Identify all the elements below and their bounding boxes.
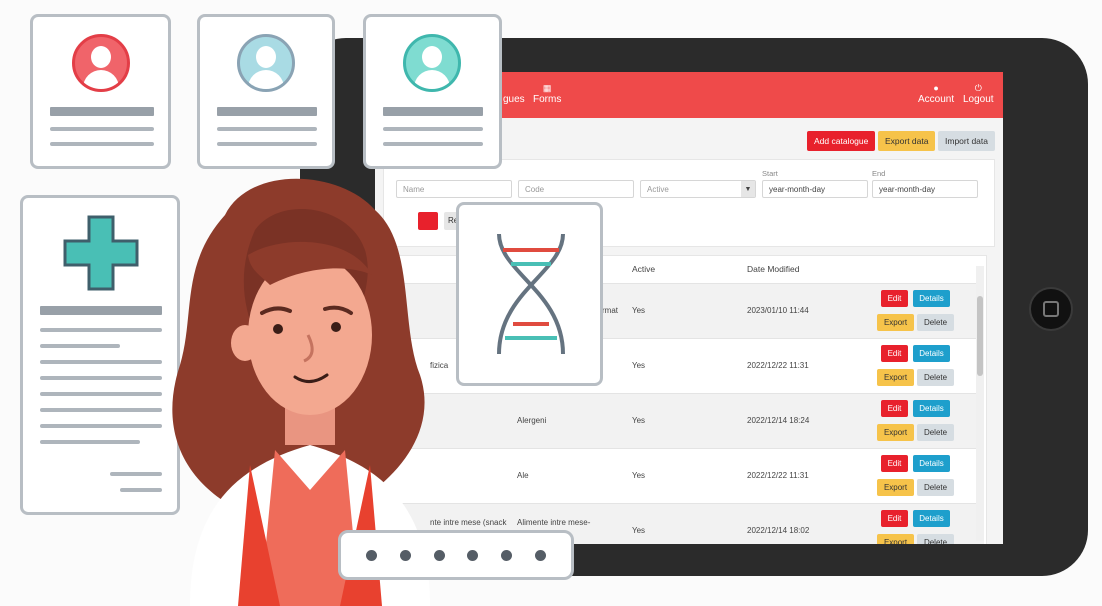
password-dot <box>500 549 512 561</box>
password-dot <box>534 549 546 561</box>
nav-catalogues-label: gues <box>503 94 525 105</box>
card-line <box>383 107 483 116</box>
edit-button[interactable]: Edit <box>881 290 908 307</box>
password-dot <box>366 549 378 561</box>
forms-icon: ▦ <box>542 83 552 93</box>
cell-date: 2022/12/22 11:31 <box>747 471 809 480</box>
nav-catalogues[interactable]: . gues <box>503 82 525 106</box>
cell-active: Yes <box>632 361 646 370</box>
card-line <box>40 392 162 396</box>
delete-button[interactable]: Delete <box>917 424 954 441</box>
start-date-input[interactable]: year-month-day <box>762 180 868 198</box>
table-row[interactable]: Alergeni Yes 2022/12/14 18:24 Edit Detai… <box>384 393 984 449</box>
details-button[interactable]: Details <box>913 400 950 417</box>
profile-card-red <box>30 14 171 169</box>
chevron-down-icon: ▼ <box>741 181 755 197</box>
card-line <box>40 424 162 428</box>
nav-account-label: Account <box>918 94 955 105</box>
cell-date: 2022/12/22 11:31 <box>747 361 809 370</box>
medical-cross-icon <box>63 215 139 291</box>
export-button[interactable]: Export <box>877 369 914 386</box>
card-line <box>40 360 162 364</box>
export-button[interactable]: Export <box>877 534 914 544</box>
cell-name: rmat <box>602 306 618 315</box>
export-data-button[interactable]: Export data <box>878 131 936 151</box>
account-icon: ● <box>933 83 939 93</box>
edit-button[interactable]: Edit <box>881 510 908 527</box>
cell-date: 2023/01/10 11:44 <box>747 306 809 315</box>
card-line <box>40 344 120 348</box>
details-button[interactable]: Details <box>913 290 950 307</box>
add-catalogue-button[interactable]: Add catalogue <box>807 131 876 151</box>
nav-forms[interactable]: ▦ Forms <box>533 82 561 106</box>
export-button[interactable]: Export <box>877 479 914 496</box>
user-icon <box>403 34 461 92</box>
card-line <box>383 142 483 146</box>
edit-button[interactable]: Edit <box>881 400 908 417</box>
card-line <box>50 107 154 116</box>
dna-card <box>456 202 603 386</box>
active-select[interactable]: Active ▼ <box>640 180 756 198</box>
details-button[interactable]: Details <box>913 455 950 472</box>
code-filter-input[interactable]: Code <box>518 180 634 198</box>
active-select-value: Active <box>647 185 669 194</box>
nav-logout-label: Logout <box>963 94 994 105</box>
nav-logout[interactable]: ⏻ Logout <box>963 82 994 106</box>
cell-date: 2022/12/14 18:02 <box>747 526 810 535</box>
delete-button[interactable]: Delete <box>917 314 954 331</box>
card-line <box>40 306 162 315</box>
table-row[interactable]: Ale Yes 2022/12/22 11:31 Edit Details Ex… <box>384 448 984 504</box>
password-dot <box>467 549 479 561</box>
card-line <box>217 127 317 131</box>
card-line <box>40 376 162 380</box>
delete-button[interactable]: Delete <box>917 534 954 544</box>
header-date-modified: Date Modified <box>747 264 800 274</box>
details-button[interactable]: Details <box>913 345 950 362</box>
cell-name: Alimente intre mese- <box>517 518 591 527</box>
dna-icon <box>497 233 565 355</box>
tablet-home-button <box>1029 287 1073 331</box>
card-line <box>40 408 162 412</box>
export-button[interactable]: Export <box>877 424 914 441</box>
delete-button[interactable]: Delete <box>917 479 954 496</box>
nav-forms-label: Forms <box>533 94 562 105</box>
card-line <box>50 127 154 131</box>
export-button[interactable]: Export <box>877 314 914 331</box>
user-icon <box>72 34 130 92</box>
scrollbar-thumb[interactable] <box>977 296 983 376</box>
card-line <box>217 107 317 116</box>
table-scrollbar[interactable] <box>976 266 984 541</box>
edit-button[interactable]: Edit <box>881 345 908 362</box>
cell-active: Yes <box>632 306 646 315</box>
details-button[interactable]: Details <box>913 510 950 527</box>
end-date-input[interactable]: year-month-day <box>872 180 978 198</box>
profile-card-teal <box>363 14 502 169</box>
cell-active: Yes <box>632 416 646 425</box>
cell-active: Yes <box>632 471 646 480</box>
power-icon: ⏻ <box>974 83 982 93</box>
cell-name: Alergeni <box>517 416 547 425</box>
edit-button[interactable]: Edit <box>881 455 908 472</box>
cell-date: 2022/12/14 18:24 <box>747 416 810 425</box>
password-field-card <box>338 530 574 580</box>
password-dot <box>433 549 445 561</box>
card-line <box>50 142 154 146</box>
delete-button[interactable]: Delete <box>917 369 954 386</box>
profile-card-blue <box>197 14 335 169</box>
password-dot <box>399 549 411 561</box>
header-active: Active <box>632 264 656 274</box>
nav-account[interactable]: ● Account <box>918 82 954 106</box>
end-label: End <box>872 169 886 178</box>
user-icon <box>237 34 295 92</box>
card-line <box>40 328 162 332</box>
card-line <box>40 440 140 444</box>
import-data-button[interactable]: Import data <box>938 131 995 151</box>
start-label: Start <box>762 169 778 178</box>
cell-active: Yes <box>632 526 646 535</box>
cell-name: Ale <box>517 471 529 480</box>
card-line <box>217 142 317 146</box>
card-line <box>383 127 483 131</box>
